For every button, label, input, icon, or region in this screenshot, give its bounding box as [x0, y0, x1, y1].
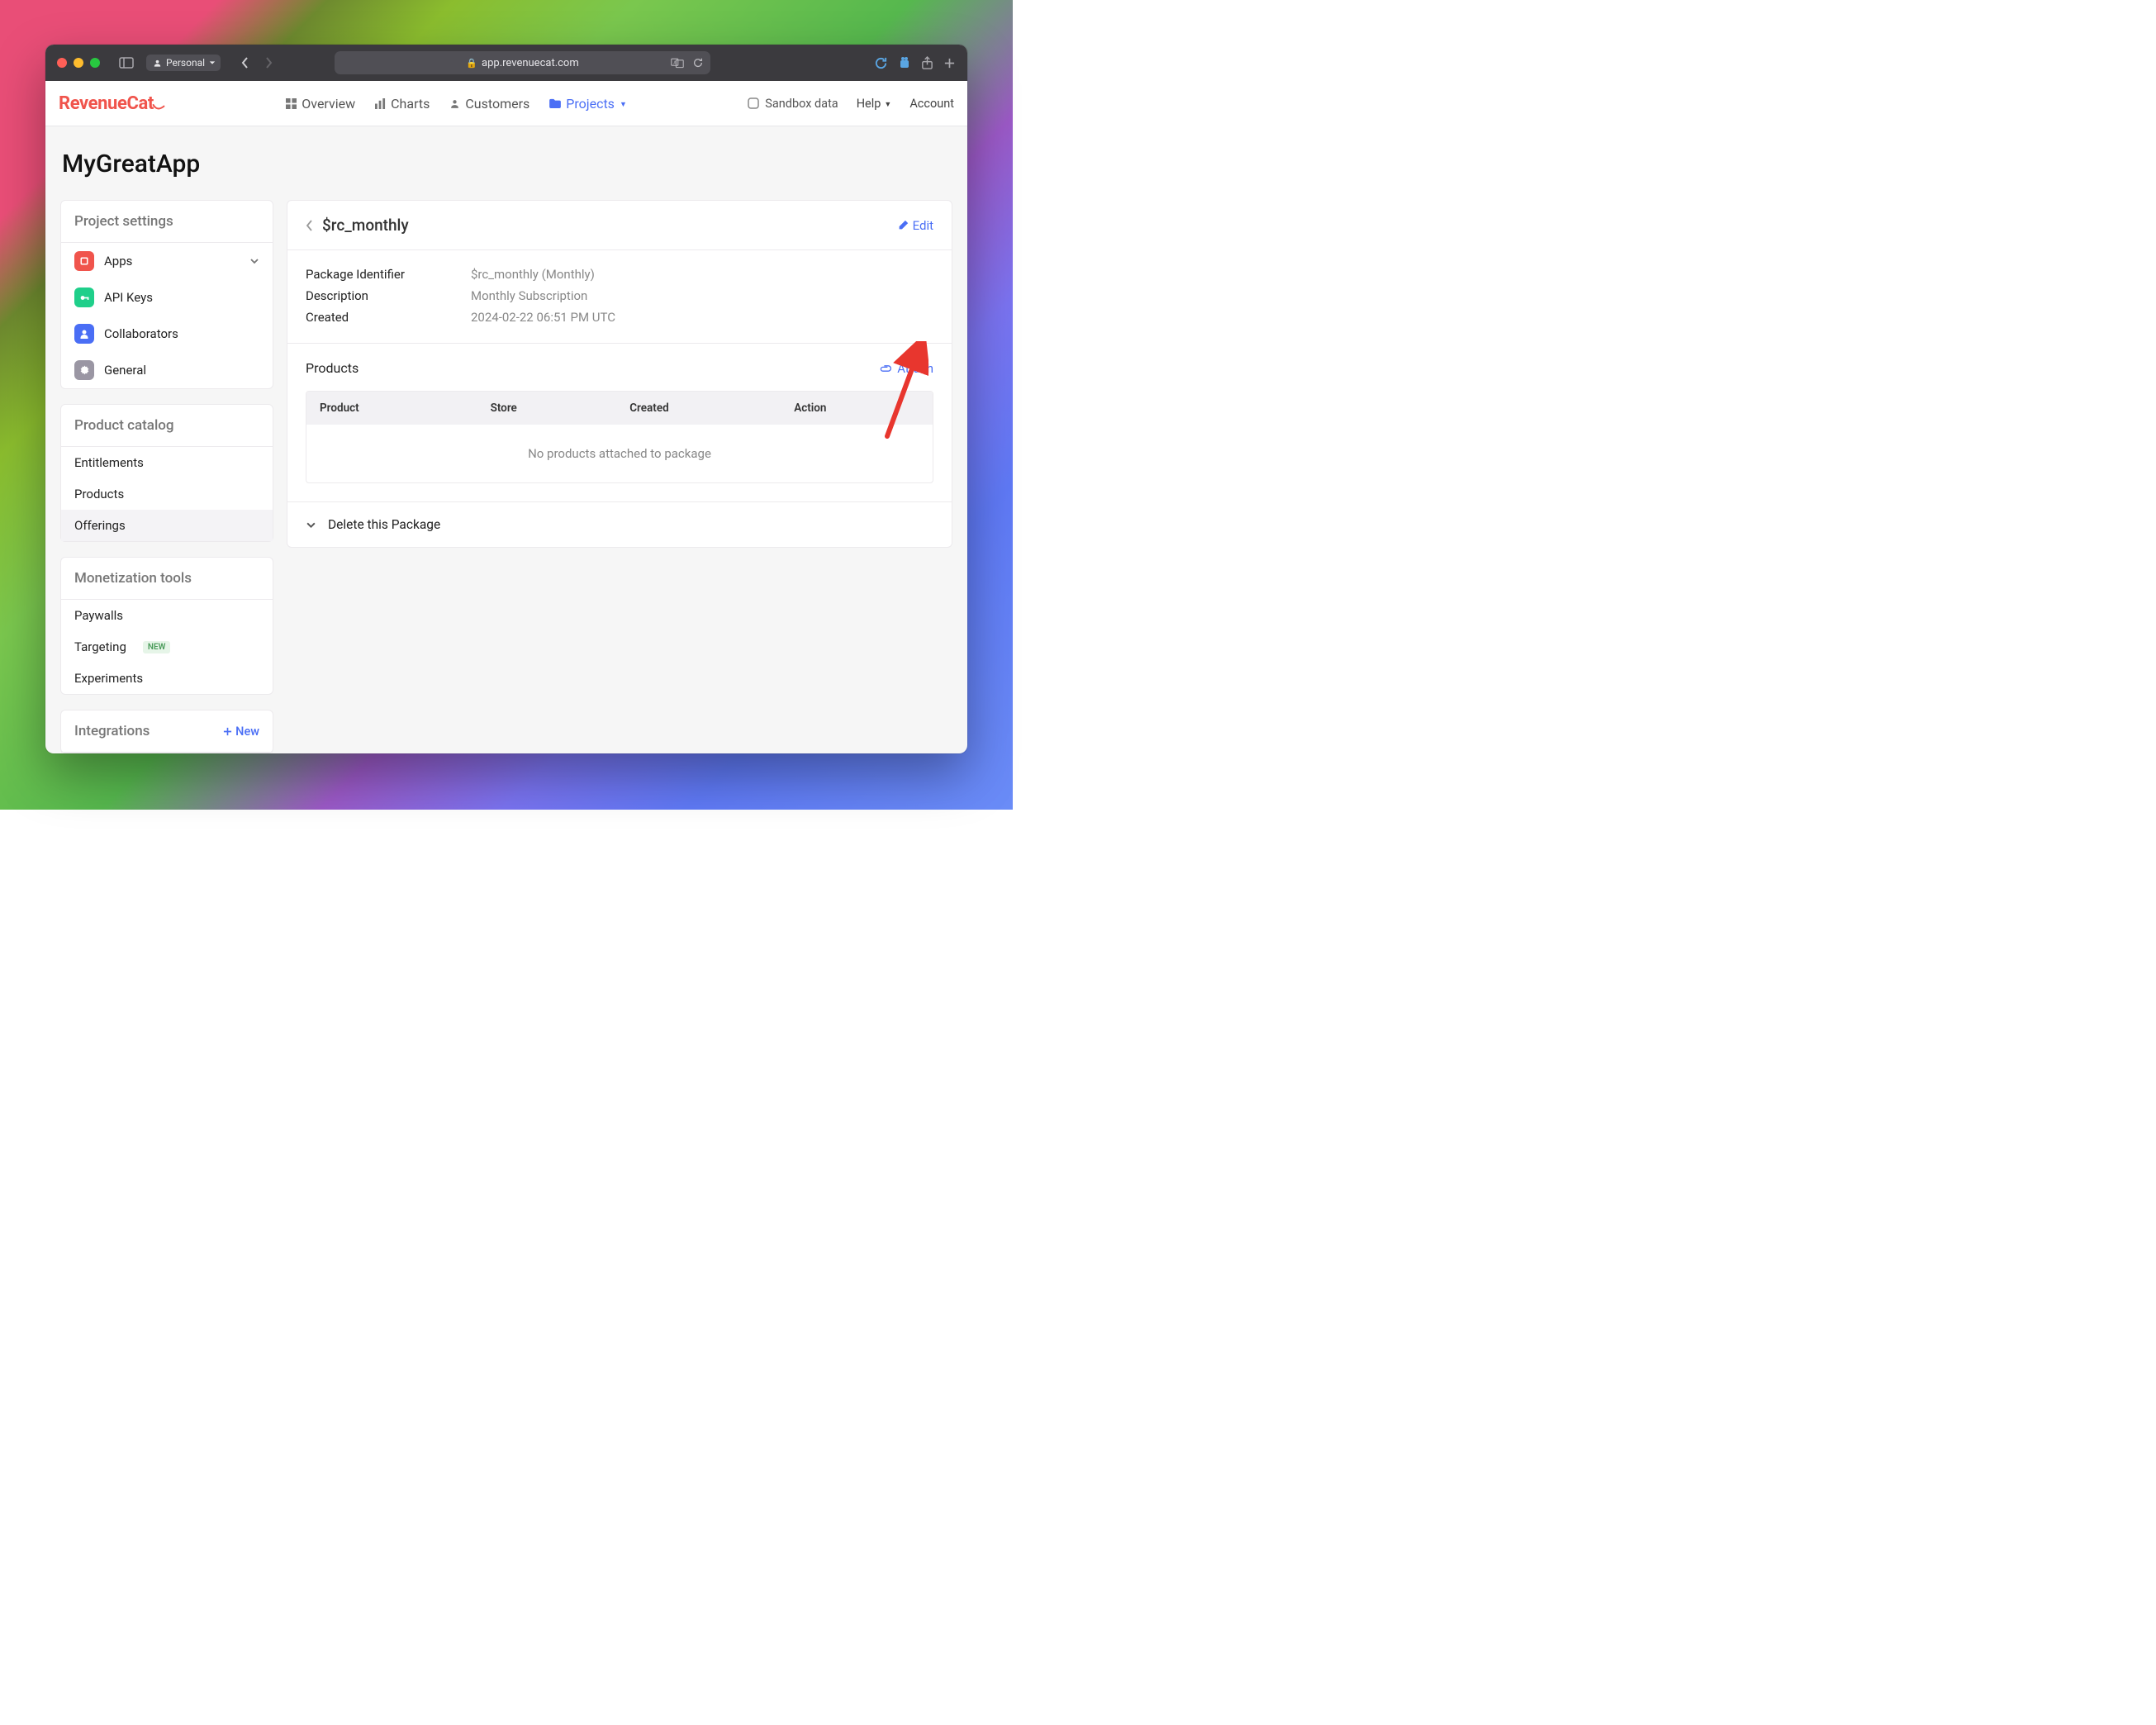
chevron-down-icon: [249, 256, 259, 266]
sandbox-toggle[interactable]: Sandbox data: [748, 97, 838, 111]
browser-profile-switcher[interactable]: Personal: [146, 55, 221, 71]
col-product: Product: [306, 392, 477, 425]
new-tab-icon[interactable]: [943, 57, 956, 69]
sidebar-item-collaborators[interactable]: Collaborators: [61, 316, 273, 352]
new-integration-link[interactable]: New: [223, 725, 259, 739]
value-description: Monthly Subscription: [471, 288, 587, 303]
profile-name: Personal: [166, 57, 205, 69]
user-icon: [74, 324, 94, 344]
label-created: Created: [306, 310, 471, 325]
app-body: MyGreatApp Project settings Apps: [45, 126, 967, 753]
minimize-window-button[interactable]: [74, 58, 83, 68]
col-store: Store: [477, 392, 617, 425]
browser-titlebar: Personal 🔒 app.revenuecat.com A: [45, 45, 967, 81]
forward-button[interactable]: [257, 51, 280, 74]
col-created: Created: [616, 392, 781, 425]
sidebar-item-apps[interactable]: Apps: [61, 243, 273, 279]
package-panel: $rc_monthly Edit Package Identifier $rc_…: [287, 200, 952, 548]
sidebar-item-targeting[interactable]: Targeting NEW: [61, 631, 273, 663]
delete-package-row[interactable]: Delete this Package: [287, 502, 952, 547]
lock-icon: 🔒: [466, 58, 477, 69]
nav-projects[interactable]: Projects ▼: [549, 96, 627, 112]
url-text: app.revenuecat.com: [482, 57, 579, 69]
nav-customers[interactable]: Customers: [449, 96, 530, 112]
download-icon[interactable]: [874, 56, 888, 70]
package-details: Package Identifier $rc_monthly (Monthly)…: [287, 250, 952, 344]
main-content: $rc_monthly Edit Package Identifier $rc_…: [287, 200, 952, 753]
nav-charts[interactable]: Charts: [375, 96, 430, 112]
share-icon[interactable]: [921, 56, 933, 70]
chevron-down-icon: ▼: [620, 100, 627, 109]
section-head: Monetization tools: [61, 558, 273, 600]
panel-header: $rc_monthly Edit: [287, 201, 952, 250]
section-head: Project settings: [61, 201, 273, 243]
chevron-down-icon: [306, 520, 316, 530]
value-package-id: $rc_monthly (Monthly): [471, 267, 595, 282]
header-right: Sandbox data Help ▼ Account: [748, 97, 954, 111]
revenuecat-logo[interactable]: RevenueCat: [59, 93, 165, 114]
products-title: Products: [306, 360, 359, 376]
sidebar-item-api-keys[interactable]: API Keys: [61, 279, 273, 316]
col-action: Action: [781, 392, 933, 425]
sidebar-toggle-icon[interactable]: [115, 51, 138, 74]
svg-text:A: A: [673, 61, 677, 66]
products-section: Products Attach Product Store: [287, 344, 952, 502]
panel-title: $rc_monthly: [322, 216, 409, 235]
apps-icon: [74, 251, 94, 271]
safari-window: Personal 🔒 app.revenuecat.com A: [45, 45, 967, 753]
gear-icon: [74, 360, 94, 380]
sidebar-item-experiments[interactable]: Experiments: [61, 663, 273, 694]
sidebar: Project settings Apps: [60, 200, 273, 753]
label-package-id: Package Identifier: [306, 267, 471, 282]
sidebar-item-paywalls[interactable]: Paywalls: [61, 600, 273, 631]
account-link[interactable]: Account: [909, 97, 954, 111]
help-menu[interactable]: Help ▼: [857, 97, 892, 111]
chevron-down-icon: ▼: [884, 100, 891, 109]
app-header: RevenueCat Overview Charts Customers: [45, 81, 967, 126]
attach-button[interactable]: Attach: [879, 361, 933, 376]
desktop-wallpaper: Personal 🔒 app.revenuecat.com A: [0, 0, 1013, 810]
nav-overview[interactable]: Overview: [286, 96, 355, 112]
sidebar-item-entitlements[interactable]: Entitlements: [61, 447, 273, 478]
back-icon[interactable]: [306, 220, 314, 231]
back-button[interactable]: [234, 51, 257, 74]
section-head: Integrations New: [61, 710, 273, 753]
value-created: 2024-02-22 06:51 PM UTC: [471, 310, 615, 325]
fullscreen-window-button[interactable]: [90, 58, 100, 68]
window-traffic-lights: [57, 58, 100, 68]
sidebar-section-product-catalog: Product catalog Entitlements Products Of…: [60, 404, 273, 542]
close-window-button[interactable]: [57, 58, 67, 68]
main-nav: Overview Charts Customers Projects ▼: [286, 96, 627, 112]
products-table: Product Store Created Action No products…: [306, 391, 933, 483]
extension-icon[interactable]: [898, 56, 911, 69]
sidebar-item-offerings[interactable]: Offerings: [61, 510, 273, 541]
sidebar-section-monetization: Monetization tools Paywalls Targeting NE…: [60, 557, 273, 695]
page-title: MyGreatApp: [62, 150, 952, 178]
label-description: Description: [306, 288, 471, 303]
edit-button[interactable]: Edit: [898, 218, 933, 233]
reload-icon[interactable]: [692, 57, 704, 69]
sidebar-section-integrations: Integrations New: [60, 710, 273, 753]
sidebar-section-project-settings: Project settings Apps: [60, 200, 273, 389]
table-header: Product Store Created Action: [306, 392, 933, 425]
sidebar-item-general[interactable]: General: [61, 352, 273, 388]
translate-icon[interactable]: A: [671, 57, 684, 69]
key-icon: [74, 288, 94, 307]
section-head: Product catalog: [61, 405, 273, 447]
sidebar-item-products[interactable]: Products: [61, 478, 273, 510]
empty-state: No products attached to package: [306, 425, 933, 482]
address-bar[interactable]: 🔒 app.revenuecat.com A: [335, 51, 710, 74]
new-badge: NEW: [143, 641, 171, 653]
